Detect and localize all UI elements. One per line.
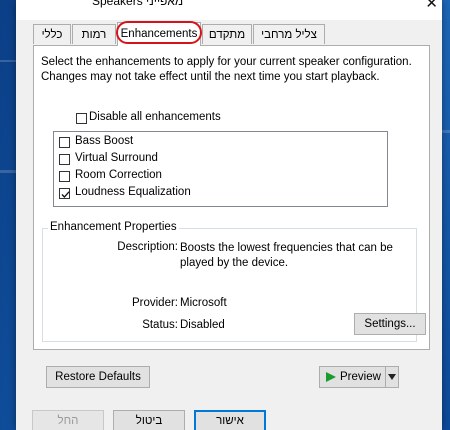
bass-boost-label: Bass Boost [75, 135, 134, 147]
room-correction-label: Room Correction [75, 169, 162, 181]
preview-button[interactable]: Preview [319, 366, 387, 388]
tab-enhancements[interactable]: Enhancements [117, 22, 201, 46]
enhancement-properties-group: Enhancement Properties Description: Boos… [42, 221, 426, 342]
title-bar: מאפייני Speakers ✕ [16, 0, 442, 20]
provider-value: Microsoft [180, 297, 227, 309]
room-correction-checkbox[interactable] [59, 171, 70, 182]
virtual-surround-label: Virtual Surround [75, 152, 158, 164]
speakers-properties-dialog: מאפייני Speakers ✕ כללי רמות Enhancement… [16, 0, 442, 430]
enhancements-tab-page: Select the enhancements to apply for you… [33, 45, 430, 350]
checkmark-icon [61, 191, 70, 198]
play-icon [326, 372, 336, 382]
tab-general[interactable]: כללי [33, 24, 71, 44]
window-title: מאפייני Speakers [92, 0, 184, 8]
disable-all-checkbox[interactable] [76, 113, 87, 124]
description-value: Boosts the lowest frequencies that can b… [180, 242, 393, 269]
close-icon[interactable]: ✕ [425, 0, 438, 12]
enhancements-list: Bass Boost Virtual Surround Room Correct… [53, 131, 388, 207]
cancel-button[interactable]: ביטול [113, 410, 185, 430]
restore-defaults-button[interactable]: Restore Defaults [46, 366, 150, 388]
tab-advanced[interactable]: מתקדם [202, 24, 252, 44]
chevron-down-icon [388, 374, 396, 380]
bass-boost-checkbox[interactable] [59, 137, 70, 148]
preview-dropdown-button[interactable] [385, 366, 399, 388]
loudness-equalization-label: Loudness Equalization [75, 186, 191, 198]
enhancement-properties-heading: Enhancement Properties [48, 221, 179, 233]
settings-button[interactable]: Settings... [354, 313, 426, 335]
disable-all-label: Disable all enhancements [89, 111, 221, 123]
description-label: Description: [117, 241, 178, 253]
ok-button[interactable]: אישור [194, 410, 266, 430]
tab-spatial-sound[interactable]: צליל מרחבי [253, 24, 325, 44]
provider-label: Provider: [131, 297, 178, 309]
apply-button[interactable]: החל [32, 410, 104, 430]
loudness-equalization-checkbox[interactable] [59, 188, 70, 199]
preview-label: Preview [340, 371, 381, 383]
status-value: Disabled [180, 319, 225, 331]
status-label: Status: [142, 319, 178, 331]
enhancements-description: Select the enhancements to apply for you… [41, 56, 412, 83]
tab-levels[interactable]: רמות [72, 24, 116, 44]
virtual-surround-checkbox[interactable] [59, 154, 70, 165]
